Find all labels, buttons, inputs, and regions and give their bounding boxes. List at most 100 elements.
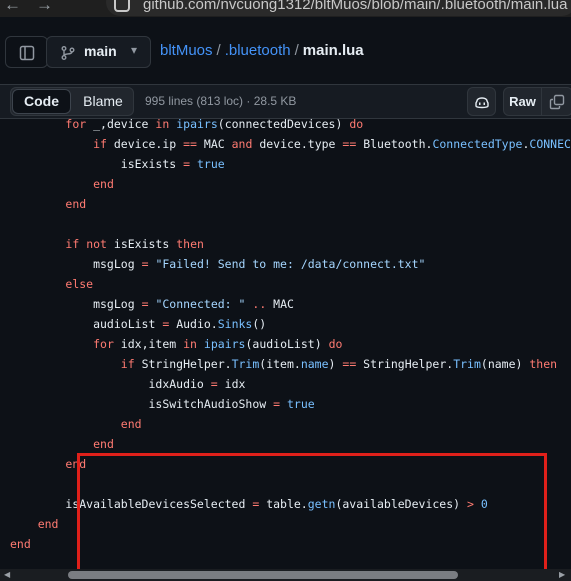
code-token: end: [93, 437, 114, 451]
code-token: idx: [217, 377, 246, 391]
code-token: =: [273, 397, 281, 411]
code-token: do: [349, 119, 364, 131]
branch-name: main: [84, 43, 117, 59]
chevron-down-icon: ▾: [131, 43, 138, 57]
code-token: msgLog: [10, 297, 142, 311]
code-token: else: [65, 277, 94, 291]
code-token: ipairs: [203, 337, 246, 351]
forward-button[interactable]: →: [36, 0, 53, 15]
breadcrumb-repo-link[interactable]: bltMuos: [160, 42, 213, 59]
code-token: ): [328, 357, 343, 371]
git-branch-icon: [61, 46, 75, 60]
copilot-button[interactable]: [467, 87, 496, 116]
code-token: StringHelper.: [356, 357, 454, 371]
code-line: msgLog = "Failed! Send to me: /data/conn…: [10, 254, 425, 274]
code-token: end: [37, 517, 59, 531]
code-token: "Connected: ": [155, 297, 246, 311]
code-token: msgLog: [10, 257, 142, 271]
code-line: isSwitchAudioShow = true: [10, 394, 315, 414]
code-token: in: [155, 119, 170, 131]
code-line: end: [10, 514, 59, 534]
breadcrumb-folder-link[interactable]: .bluetooth: [225, 42, 291, 59]
sidebar-toggle-button[interactable]: [5, 36, 48, 68]
copy-icon: [549, 94, 565, 110]
file-header: main ▾ bltMuos / .bluetooth / main.lua: [0, 17, 571, 84]
code-token: (audioList): [245, 337, 329, 351]
code-token: (connectedDevices): [217, 119, 350, 131]
code-view[interactable]: end end isAvailableDevicesSelected = tab…: [0, 119, 571, 569]
code-token: isSwitchAudioShow: [10, 397, 274, 411]
code-token: Sinks: [217, 317, 253, 331]
horizontal-scrollbar[interactable]: ◀ ▶: [0, 569, 571, 581]
copy-raw-button[interactable]: [542, 88, 571, 115]
tab-code[interactable]: Code: [12, 89, 71, 114]
code-token: idxAudio: [10, 377, 211, 391]
code-token: audioList: [10, 317, 163, 331]
code-token: end: [65, 197, 87, 211]
code-line: for idx,item in ipairs(audioList) do: [10, 334, 342, 354]
view-mode-toggle: Code Blame: [10, 87, 134, 116]
code-line: else: [10, 274, 93, 294]
code-token: ConnectedType: [432, 137, 523, 151]
copilot-icon: [475, 97, 489, 109]
code-token: =: [210, 377, 218, 391]
code-line: idxAudio = idx: [10, 374, 245, 394]
highlight-annotation-box: [77, 453, 547, 569]
code-token: =: [183, 157, 191, 171]
code-token: ==: [342, 357, 357, 371]
code-token: ==: [342, 137, 357, 151]
breadcrumb-current-file: main.lua: [302, 42, 364, 59]
raw-button[interactable]: Raw: [504, 88, 542, 115]
code-token: end: [120, 417, 142, 431]
scroll-left-icon[interactable]: ◀: [4, 570, 10, 579]
code-token: do: [328, 337, 343, 351]
scroll-right-icon[interactable]: ▶: [559, 570, 565, 579]
code-line: end: [10, 454, 86, 474]
raw-actions-group: Raw: [503, 87, 571, 116]
code-token: ..: [252, 297, 267, 311]
code-token: true: [286, 397, 315, 411]
code-token: (item.: [259, 357, 301, 371]
code-token: end: [10, 537, 31, 551]
tab-blame[interactable]: Blame: [73, 89, 133, 114]
code-token: (name): [480, 357, 530, 371]
code-token: isExists: [106, 237, 177, 251]
browser-toolbar: ← → github.com/nvcuong1312/bltMuos/blob/…: [0, 0, 571, 17]
code-token: _,device: [86, 119, 156, 131]
url-text[interactable]: github.com/nvcuong1312/bltMuos/blob/main…: [143, 0, 567, 13]
code-line: end: [10, 194, 86, 214]
code-token: =: [141, 257, 149, 271]
code-token: Trim: [453, 357, 481, 371]
code-token: end: [93, 177, 114, 191]
code-token: then: [529, 357, 558, 371]
code-token: for: [93, 337, 114, 351]
code-token: "Failed! Send to me: /data/connect.txt": [155, 257, 426, 271]
code-token: true: [196, 157, 225, 171]
scrollbar-thumb[interactable]: [68, 571, 458, 579]
code-token: device.type: [252, 137, 343, 151]
branch-selector[interactable]: main ▾: [46, 36, 151, 68]
code-token: =: [141, 297, 149, 311]
code-line: msgLog = "Connected: " .. MAC: [10, 294, 294, 314]
code-line: if StringHelper.Trim(item.name) == Strin…: [10, 354, 557, 374]
file-metadata: 995 lines (813 loc) · 28.5 KB: [145, 94, 297, 108]
site-info-icon[interactable]: [114, 0, 130, 12]
file-toolbar: Code Blame 995 lines (813 loc) · 28.5 KB…: [0, 84, 571, 119]
code-line: end: [10, 414, 142, 434]
back-button[interactable]: ←: [4, 0, 21, 15]
code-token: CONNECTED: [529, 137, 571, 151]
code-token: for: [65, 119, 87, 131]
breadcrumb: bltMuos / .bluetooth / main.lua: [160, 42, 364, 59]
